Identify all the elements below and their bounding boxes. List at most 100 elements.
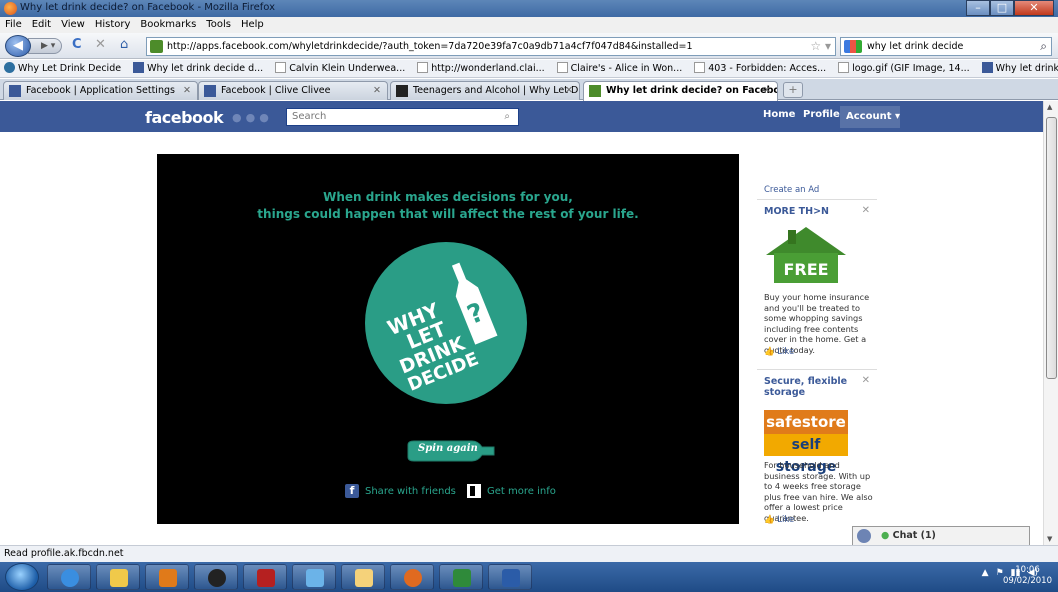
ad-close-icon[interactable]: ✕ <box>862 375 870 386</box>
minimize-button[interactable]: – <box>966 0 990 16</box>
home-icon[interactable]: ⌂ <box>120 38 128 52</box>
stop-icon[interactable]: ✕ <box>95 38 106 52</box>
reload-icon[interactable]: C <box>72 38 82 52</box>
internet-explorer-icon <box>61 569 79 587</box>
facebook-search-input[interactable]: Search ⌕ <box>286 108 519 126</box>
tab-clive-clivee[interactable]: Facebook | Clive Clivee ✕ <box>198 81 388 100</box>
new-tab-button[interactable]: + <box>783 82 803 98</box>
search-text: why let drink decide <box>867 41 964 52</box>
search-icon[interactable]: ⌕ <box>1040 38 1047 55</box>
back-button[interactable]: ◀ <box>5 35 31 57</box>
bookmark-item[interactable]: 403 - Forbidden: Acces... <box>694 60 826 77</box>
menu-bookmarks[interactable]: Bookmarks <box>140 17 196 33</box>
tab-close-icon[interactable]: ✕ <box>183 82 191 99</box>
chat-bar[interactable]: ● Chat (1) <box>852 526 1030 545</box>
taskbar-word[interactable] <box>488 564 532 590</box>
firefox-icon <box>4 2 17 15</box>
tab-close-icon[interactable]: ✕ <box>373 82 381 99</box>
bookmark-item[interactable]: http://wonderland.clai... <box>417 60 545 77</box>
bookmark-star-icon[interactable]: ☆ ▾ <box>810 38 831 55</box>
taskbar-outlook[interactable] <box>341 564 385 590</box>
bookmark-item[interactable]: Claire's - Alice in Won... <box>556 60 682 77</box>
tab-close-icon[interactable]: ✕ <box>565 82 573 99</box>
bookmark-item[interactable]: logo.gif (GIF Image, 14... <box>838 60 970 77</box>
svg-text:FREE: FREE <box>783 260 828 279</box>
bookmark-item[interactable]: Why Let Drink Decide <box>4 60 121 77</box>
taskbar-explorer[interactable] <box>96 564 140 590</box>
ad-title[interactable]: MORE TH>N <box>764 206 854 217</box>
ad-like-link[interactable]: 👍 Like <box>764 347 794 357</box>
spin-again-button[interactable]: Spin again <box>406 439 500 463</box>
taskbar-media[interactable] <box>145 564 189 590</box>
scroll-up-icon[interactable]: ▲ <box>1047 103 1052 111</box>
tab-teenagers-alcohol[interactable]: Teenagers and Alcohol | Why Let Dr... ✕ <box>390 81 580 100</box>
tab-application-settings[interactable]: Facebook | Application Settings ✕ <box>3 81 198 100</box>
scroll-thumb[interactable] <box>1046 117 1057 379</box>
facebook-logo[interactable]: facebook <box>145 108 224 127</box>
system-clock[interactable]: 10:06 09/02/2010 <box>1003 565 1052 587</box>
why-let-drink-decide-logo: ? WHY LET DRINK DECIDE <box>365 242 527 404</box>
page-content: When drink makes decisions for you, thin… <box>0 132 1043 545</box>
search-engine-icon[interactable] <box>844 40 862 53</box>
search-box[interactable]: why let drink decide ⌕ <box>840 37 1052 56</box>
menu-file[interactable]: File <box>5 17 22 33</box>
menu-tools[interactable]: Tools <box>206 17 231 33</box>
start-button[interactable] <box>5 563 39 591</box>
close-button[interactable]: ✕ <box>1014 0 1054 16</box>
show-hidden-icon[interactable]: ▲ <box>982 568 989 578</box>
taskbar-excel[interactable] <box>439 564 483 590</box>
scroll-down-icon[interactable]: ▼ <box>1047 535 1052 543</box>
taskbar-messenger[interactable] <box>292 564 336 590</box>
nav-home[interactable]: Home <box>763 109 795 120</box>
ad-title[interactable]: Secure, flexible storage <box>764 376 854 398</box>
nav-profile[interactable]: Profile <box>803 109 840 120</box>
taskbar-hp[interactable] <box>194 564 238 590</box>
bookmark-item[interactable]: Why let drink decide d... <box>133 60 263 77</box>
address-bar[interactable]: http://apps.facebook.com/whyletdrinkdeci… <box>146 37 836 56</box>
get-more-info-link[interactable]: Get more info <box>467 484 556 498</box>
page-icon <box>275 62 287 73</box>
messenger-icon <box>306 569 324 587</box>
tab-strip: Facebook | Application Settings ✕ Faceboo… <box>0 79 1058 101</box>
menu-bar: File Edit View History Bookmarks Tools H… <box>0 17 1058 33</box>
navigation-toolbar: ▶ ▾ ◀ C ✕ ⌂ http://apps.facebook.com/why… <box>0 33 1058 59</box>
site-favicon-icon <box>150 40 163 53</box>
chat-label: Chat (1) <box>892 530 936 541</box>
window-titlebar[interactable]: Why let drink decide? on Facebook - Mozi… <box>0 0 1058 17</box>
taskbar-firefox[interactable] <box>390 564 434 590</box>
menu-view[interactable]: View <box>61 17 85 33</box>
tab-close-icon[interactable]: ✕ <box>763 82 771 99</box>
app-tagline-line-2: things could happen that will affect the… <box>257 207 639 221</box>
tab-why-let-drink-decide[interactable]: Why let drink decide? on Facebook ✕ <box>583 81 778 101</box>
ad-safestore[interactable]: Secure, flexible storage ✕ safestore sel… <box>757 369 877 534</box>
ad-like-link[interactable]: 👍 Like <box>764 515 794 525</box>
page-scrollbar[interactable]: ▲ ▼ <box>1043 101 1058 545</box>
outlook-icon <box>355 569 373 587</box>
ad-close-icon[interactable]: ✕ <box>862 205 870 216</box>
facebook-icon <box>981 62 993 73</box>
page-icon <box>417 62 429 73</box>
search-icon[interactable]: ⌕ <box>504 109 510 125</box>
menu-edit[interactable]: Edit <box>32 17 51 33</box>
ad-more-than[interactable]: MORE TH>N ✕ FREE Buy your home insurance… <box>757 199 877 369</box>
maximize-button[interactable]: □ <box>990 0 1014 16</box>
taskbar-ie[interactable] <box>47 564 91 590</box>
taskbar-filezilla[interactable] <box>243 564 287 590</box>
nav-account[interactable]: Account ▾ <box>840 106 900 128</box>
create-an-ad-link[interactable]: Create an Ad <box>764 185 819 195</box>
menu-help[interactable]: Help <box>241 17 264 33</box>
menu-history[interactable]: History <box>95 17 131 33</box>
ad-safestore-image[interactable]: safestore self storage <box>764 410 848 475</box>
ad-body: For household and business storage. With… <box>764 460 873 523</box>
forward-button[interactable]: ▶ ▾ <box>28 38 62 54</box>
excel-icon <box>453 569 471 587</box>
online-friends-icon[interactable] <box>857 529 871 543</box>
notification-icons[interactable]: ●●● <box>232 111 273 124</box>
media-player-icon <box>159 569 177 587</box>
ad-house-image[interactable]: FREE <box>764 225 848 285</box>
folder-icon <box>110 569 128 587</box>
bookmark-item[interactable]: Calvin Klein Underwea... <box>275 60 405 77</box>
share-with-friends-link[interactable]: f Share with friends <box>345 484 456 498</box>
info-icon <box>467 484 481 498</box>
bookmark-item[interactable]: Why let drink decide d... <box>981 60 1058 77</box>
